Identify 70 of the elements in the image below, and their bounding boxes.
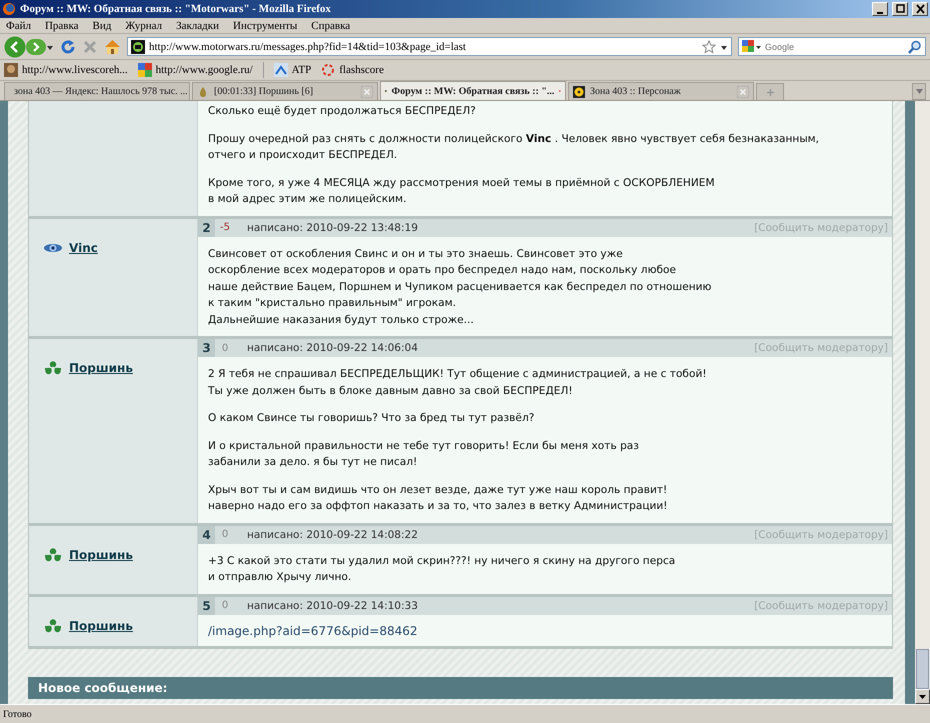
star-icon[interactable] <box>702 40 716 54</box>
bookmark-icon <box>4 63 18 77</box>
search-bar[interactable]: Google <box>738 37 926 56</box>
post-text: Свинсовет от оскобления Свинс и он и ты это знаешь. Свинсовет это уже оскорбление всех модераторов и орать про беспредел надо нам, поскольку любое наше действие Бацем, Поршнем и Чупиком расценивается как беспредел по отношению к таким "кристально правильным" игрокам. Дальнейшие наказания будут только строже... <box>208 246 712 328</box>
post-date: написано: 2010-09-22 13:48:19 <box>247 222 419 234</box>
menu-item[interactable]: Справка <box>311 20 350 32</box>
new-message-heading: Новое сообщение: <box>28 676 893 698</box>
list-tabs-button[interactable] <box>912 83 926 100</box>
maximize-button[interactable] <box>892 2 908 16</box>
scrollbar-thumb[interactable] <box>916 649 929 689</box>
post-number: 4 <box>198 526 215 544</box>
maximize-icon[interactable] <box>894 4 906 14</box>
author-link[interactable]: Поршинь <box>69 548 133 562</box>
post-date: написано: 2010-09-22 14:08:22 <box>247 528 419 540</box>
back-button[interactable] <box>4 36 26 58</box>
post-text: О каком Свинсе ты говоришь? Что за бред ты тут развёл? <box>208 411 536 426</box>
bookmark-icon <box>274 63 288 77</box>
post-text: И о кристальной правильности не тебе тут говорить! Если бы меня хоть раз забанили за дело. я бы тут не писал! <box>208 438 640 470</box>
search-field[interactable]: Google <box>765 42 905 52</box>
menu-item[interactable]: Журнал <box>125 20 162 32</box>
post-text: Кроме того, я уже 4 МЕСЯЦА жду рассмотрения моей темы в приёмной с ОСКОРБЛЕНИЕМ в мой адрес этим же полицейским. <box>208 176 716 207</box>
author-link[interactable]: Поршинь <box>69 618 133 632</box>
browser-tab[interactable]: Зона 403 :: Персонаж <box>568 82 754 100</box>
site-icon <box>131 40 145 54</box>
bookmark-item[interactable]: ATP <box>274 63 312 77</box>
reload-icon[interactable] <box>60 38 76 54</box>
firefox-logo-icon <box>2 2 16 16</box>
minimize-button[interactable] <box>872 2 888 16</box>
search-icon[interactable] <box>908 40 922 54</box>
post-text: Прошу очередной раз снять с должности полицейского Vinc . Человек явно чувствует себя безнаказанным, отчего и происходит БЕСПРЕДЕЛ. <box>208 132 820 163</box>
post-text: 2 Я тебя не спрашивал БЕСПРЕДЕЛЬЩИК! Тут общение с администрацией, а не с тобой! Ты уже должен быть в блоке давным давно за свой БЕСПРЕДЕЛ! <box>208 367 708 398</box>
post-date: написано: 2010-09-22 14:10:33 <box>247 600 419 612</box>
post-number: 5 <box>198 596 215 614</box>
post-date: написано: 2010-09-22 14:06:04 <box>247 342 419 354</box>
hazard-icon <box>43 361 63 375</box>
caret-icon[interactable] <box>919 694 926 698</box>
address-field[interactable]: http://www.motorwars.ru/messages.php?fid=14&tid=103&page_id=last <box>149 40 698 52</box>
close-button[interactable] <box>912 2 928 16</box>
bookmark-icon <box>321 63 336 77</box>
search-engine-icon[interactable] <box>742 40 762 54</box>
bookmark-item[interactable]: http://www.google.ru/ <box>138 63 253 77</box>
scrollbar[interactable] <box>915 101 930 704</box>
menu-item[interactable]: Правка <box>44 20 79 32</box>
close-icon[interactable] <box>914 4 926 14</box>
post-number: 2 <box>198 218 215 236</box>
image-link[interactable]: /image.php?aid=6776&pid=88462 <box>208 624 418 638</box>
window-title: Форум :: MW: Обратная связь :: "Motorwars" - Mozilla Firefox <box>20 3 332 15</box>
menu-item[interactable]: Файл <box>6 20 31 32</box>
bookmark-item[interactable]: http://www.livescoreh... <box>4 63 128 77</box>
author-link[interactable]: Vinc <box>69 240 98 254</box>
menu-item[interactable]: Вид <box>92 20 112 32</box>
post-rating[interactable]: -5 <box>215 222 235 233</box>
post-text: +3 С какой это стати ты удалил мой скрин???! ну ничего я скину на другого перса и отправлю Хрычу лично. <box>208 554 676 585</box>
bookmark-icon <box>138 63 152 77</box>
bookmark-item[interactable]: flashscore <box>321 63 384 77</box>
address-bar[interactable]: http://www.motorwars.ru/messages.php?fid=14&tid=103&page_id=last <box>127 37 732 56</box>
post-text: Хрыч вот ты и сам видишь что он лезет везде, даже тут уже наш король правит! наверно надо его за оффтоп наказать и за то, что залез в ветку Администрации! <box>208 482 669 514</box>
menu-item[interactable]: Инструменты <box>233 20 298 32</box>
status-text: Готово <box>0 704 930 723</box>
browser-tab[interactable]: [00:01:33] Поршинь [6] <box>192 82 378 100</box>
post-text: Сколько ещё будет продолжаться БЕСПРЕДЕЛ? <box>208 104 477 119</box>
browser-tab[interactable]: зона 403 — Яндекс: Нашлось 978 тыс. ... <box>4 82 190 100</box>
browser-tab[interactable]: Форум :: MW: Обратная связь :: "... <box>380 81 566 100</box>
home-icon[interactable] <box>104 38 121 54</box>
hazard-icon <box>43 618 63 632</box>
menu-item[interactable]: Закладки <box>176 20 219 32</box>
post-number: 3 <box>198 339 215 357</box>
author-link[interactable]: Поршинь <box>69 361 133 375</box>
hazard-icon <box>43 548 63 562</box>
scroll-down-button[interactable] <box>915 689 930 704</box>
